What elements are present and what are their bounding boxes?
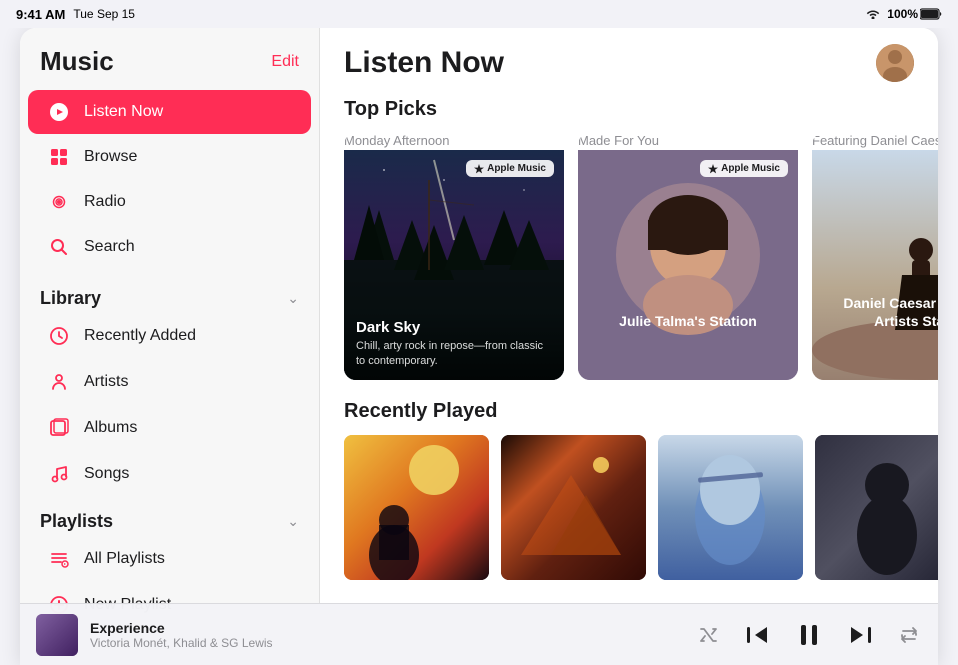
now-playing-info: Experience Victoria Monét, Khalid & SG L…: [90, 620, 684, 650]
status-date: Tue Sep 15: [73, 7, 135, 21]
sidebar-item-search[interactable]: Search: [28, 225, 311, 269]
library-label: Library: [40, 288, 101, 309]
sidebar-title: Music: [40, 46, 114, 77]
album-card-2[interactable]: [501, 435, 646, 580]
sidebar-header: Music Edit: [20, 28, 319, 85]
library-section-header: Library ⌄: [20, 274, 319, 313]
now-playing-thumbnail[interactable]: [36, 614, 78, 656]
recently-played-header: Recently Played: [320, 396, 938, 427]
songs-icon: [48, 463, 70, 485]
repeat-button[interactable]: [896, 623, 922, 647]
now-playing-title: Experience: [90, 620, 684, 636]
pause-button[interactable]: [792, 618, 826, 652]
artists-icon: [48, 371, 70, 393]
sidebar-item-all-playlists[interactable]: All Playlists: [28, 537, 311, 581]
browse-icon: [48, 146, 70, 168]
album-art-4: [815, 435, 938, 580]
sidebar-item-radio[interactable]: Radio: [28, 180, 311, 224]
albums-icon: [48, 417, 70, 439]
album-card-1[interactable]: [344, 435, 489, 580]
playlists-chevron-icon[interactable]: ⌄: [287, 513, 299, 530]
sidebar: Music Edit Listen Now Browse: [20, 28, 320, 665]
albums-label: Albums: [84, 419, 137, 437]
all-playlists-icon: [48, 548, 70, 570]
app-container: Music Edit Listen Now Browse: [20, 28, 938, 665]
playlists-label: Playlists: [40, 511, 113, 532]
songs-label: Songs: [84, 465, 129, 483]
all-playlists-label: All Playlists: [84, 550, 165, 568]
album-card-4[interactable]: [815, 435, 938, 580]
album-art-1: [344, 435, 489, 580]
card1-badge: Apple Music: [466, 160, 554, 177]
avatar[interactable]: [876, 44, 914, 82]
main-content: Listen Now Top Picks Monday Afternoon: [320, 28, 938, 665]
top-picks-header: Top Picks: [320, 90, 938, 125]
status-time: 9:41 AM: [16, 7, 65, 22]
wifi-icon: [865, 7, 881, 22]
artists-label: Artists: [84, 373, 128, 391]
card1-text: Dark Sky Chill, arty rock in repose—from…: [344, 311, 564, 380]
album-card-3[interactable]: [658, 435, 803, 580]
recently-added-icon: [48, 325, 70, 347]
player-controls: [696, 618, 922, 652]
previous-button[interactable]: [742, 622, 772, 648]
shuffle-button[interactable]: [696, 624, 722, 646]
sidebar-item-browse[interactable]: Browse: [28, 135, 311, 179]
card3-sublabel: Featuring Daniel Caesar: [812, 133, 938, 150]
main-header: Listen Now: [320, 28, 938, 90]
card-dark-sky[interactable]: Monday Afternoon: [344, 133, 564, 380]
status-bar: 9:41 AM Tue Sep 15 100%: [0, 0, 958, 28]
sidebar-item-artists[interactable]: Artists: [28, 360, 311, 404]
search-icon: [48, 236, 70, 258]
status-right-icons: 100%: [865, 7, 942, 22]
radio-icon: [48, 191, 70, 213]
sidebar-nav: Listen Now Browse Radio Se: [20, 85, 319, 274]
card3-art: Daniel Caesar & Similar Artists Station: [812, 150, 938, 380]
recently-added-label: Recently Added: [84, 327, 196, 345]
sidebar-item-recently-added[interactable]: Recently Added: [28, 314, 311, 358]
listen-now-label: Listen Now: [84, 103, 163, 121]
library-chevron-icon[interactable]: ⌄: [287, 290, 299, 307]
card2-art: Apple Music Julie Talma's Station: [578, 150, 798, 380]
card2-sublabel: Made For You: [578, 133, 798, 150]
card-julie[interactable]: Made For You: [578, 133, 798, 380]
battery-icon: 100%: [887, 7, 942, 21]
card-daniel[interactable]: Featuring Daniel Caesar: [812, 133, 938, 380]
card1-sublabel: Monday Afternoon: [344, 133, 564, 150]
now-playing-artist: Victoria Monét, Khalid & SG Lewis: [90, 636, 684, 650]
page-title: Listen Now: [344, 46, 504, 80]
avatar-image: [876, 44, 914, 82]
album-art-2: [501, 435, 646, 580]
radio-label: Radio: [84, 193, 126, 211]
now-playing-bar: Experience Victoria Monét, Khalid & SG L…: [20, 603, 938, 665]
recently-played-title: Recently Played: [344, 400, 497, 422]
card1-art: Apple Music Dark Sky Chill, arty rock in…: [344, 150, 564, 380]
card3-text: Daniel Caesar & Similar Artists Station: [812, 286, 938, 340]
album-art-3: [658, 435, 803, 580]
listen-now-icon: [48, 101, 70, 123]
browse-label: Browse: [84, 148, 137, 166]
card2-badge: Apple Music: [700, 160, 788, 177]
playlists-section-header: Playlists ⌄: [20, 497, 319, 536]
sidebar-item-albums[interactable]: Albums: [28, 406, 311, 450]
edit-button[interactable]: Edit: [271, 53, 299, 71]
sidebar-item-songs[interactable]: Songs: [28, 452, 311, 496]
search-label: Search: [84, 238, 135, 256]
card2-text: Julie Talma's Station: [578, 304, 798, 340]
top-picks-title: Top Picks: [344, 98, 437, 120]
next-button[interactable]: [846, 622, 876, 648]
top-picks-grid: Monday Afternoon: [320, 125, 938, 396]
sidebar-item-listen-now[interactable]: Listen Now: [28, 90, 311, 134]
